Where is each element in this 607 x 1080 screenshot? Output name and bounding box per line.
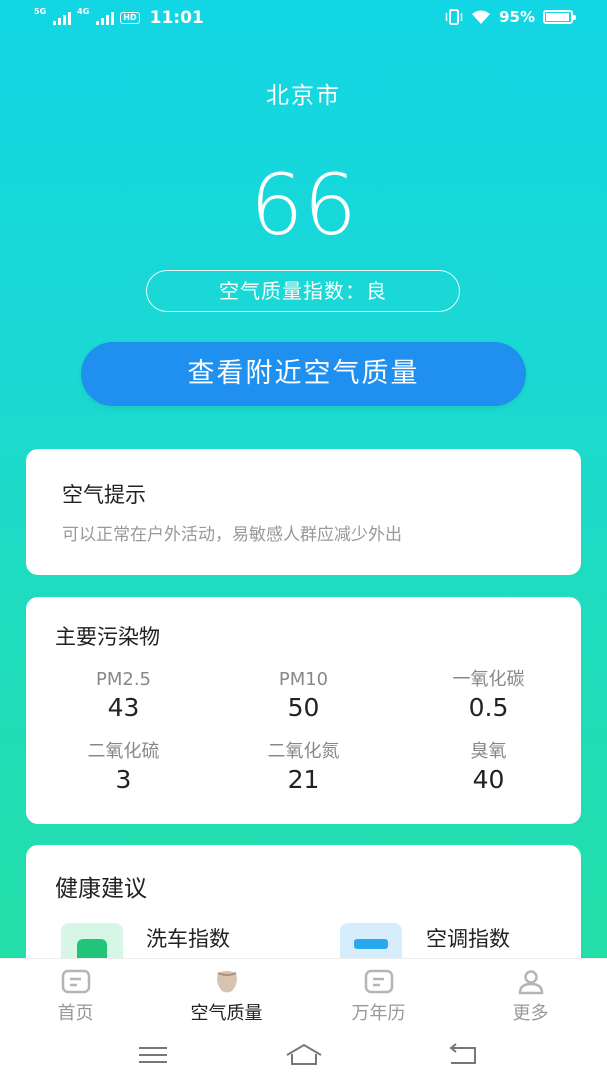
pollutant-value: 50 [287,693,320,722]
pollutant-label: PM2.5 [95,669,151,690]
pollutant-value: 3 [115,765,132,794]
pollutant-label: 一氧化碳 [452,669,525,690]
health-advice-title: 健康建议 [55,876,147,902]
tab-label: 首页 [57,1003,94,1024]
pollutant-item: 一氧化碳 0.5 [396,668,581,724]
wifi-icon [472,10,491,24]
air-tip-card: 空气提示 可以正常在户外活动，易敏感人群应减少外出 [26,449,581,575]
car-wash-index-label[interactable]: 洗车指数 [146,923,230,953]
pollutant-item: 二氧化硫 3 [31,740,216,796]
tab-label: 万年历 [351,1003,406,1024]
bottom-tab-bar: 首页 空气质量 万年历 更多 [0,958,607,1031]
pollutants-title: 主要污染物 [55,625,160,649]
pollutant-label: 二氧化氮 [267,741,340,762]
city-name: 北京市 [266,83,341,109]
signal-icon [53,11,72,25]
pollutants-card: 主要污染物 PM2.5 43 PM10 50 一氧化碳 0.5 二氧化硫 3 二… [26,597,581,824]
pollutant-value: 0.5 [468,693,509,722]
aqi-value: 66 [250,156,357,254]
battery-percent: 95% [499,8,535,26]
tab-more[interactable]: 更多 [455,959,606,1031]
vibrate-icon [445,9,463,25]
pollutant-label: 臭氧 [470,741,507,762]
pollutant-value: 21 [287,765,320,794]
tab-home[interactable]: 首页 [0,959,151,1031]
aqi-level-badge: 空气质量指数：良 [146,270,460,312]
tab-air-quality[interactable]: 空气质量 [151,959,302,1031]
pollutant-item: PM10 50 [211,668,396,724]
network-type-5g: 5G [34,7,47,16]
user-icon [518,970,544,995]
pollutant-value: 43 [107,693,140,722]
ac-index-label[interactable]: 空调指数 [426,923,510,953]
tab-calendar[interactable]: 万年历 [303,959,454,1031]
battery-icon [543,10,576,24]
home-nav-icon[interactable] [284,1040,324,1070]
home-icon [61,969,91,994]
tab-label: 空气质量 [190,1003,263,1024]
pollutant-value: 40 [472,765,505,794]
signal-icon-2 [96,11,115,25]
pollutant-item: PM2.5 43 [31,668,216,724]
tab-label: 更多 [512,1003,549,1024]
pollutant-item: 臭氧 40 [396,740,581,796]
back-icon[interactable] [443,1040,483,1070]
status-bar: 5G 4G HD 11:01 95% [0,0,607,38]
pollutant-label: PM10 [278,669,329,690]
air-tip-text: 可以正常在户外活动，易敏感人群应减少外出 [62,525,402,545]
pollutant-item: 二氧化氮 21 [211,740,396,796]
air-quality-icon [217,971,237,993]
calendar-icon [364,969,394,994]
hd-voice-icon: HD [120,12,140,24]
status-time: 11:01 [149,8,204,28]
air-tip-title: 空气提示 [62,483,146,507]
view-nearby-air-quality-button[interactable]: 查看附近空气质量 [81,342,526,406]
system-nav-bar [0,1030,607,1080]
pollutant-label: 二氧化硫 [87,741,160,762]
network-type-4g: 4G [77,7,90,16]
menu-icon[interactable] [133,1040,173,1070]
